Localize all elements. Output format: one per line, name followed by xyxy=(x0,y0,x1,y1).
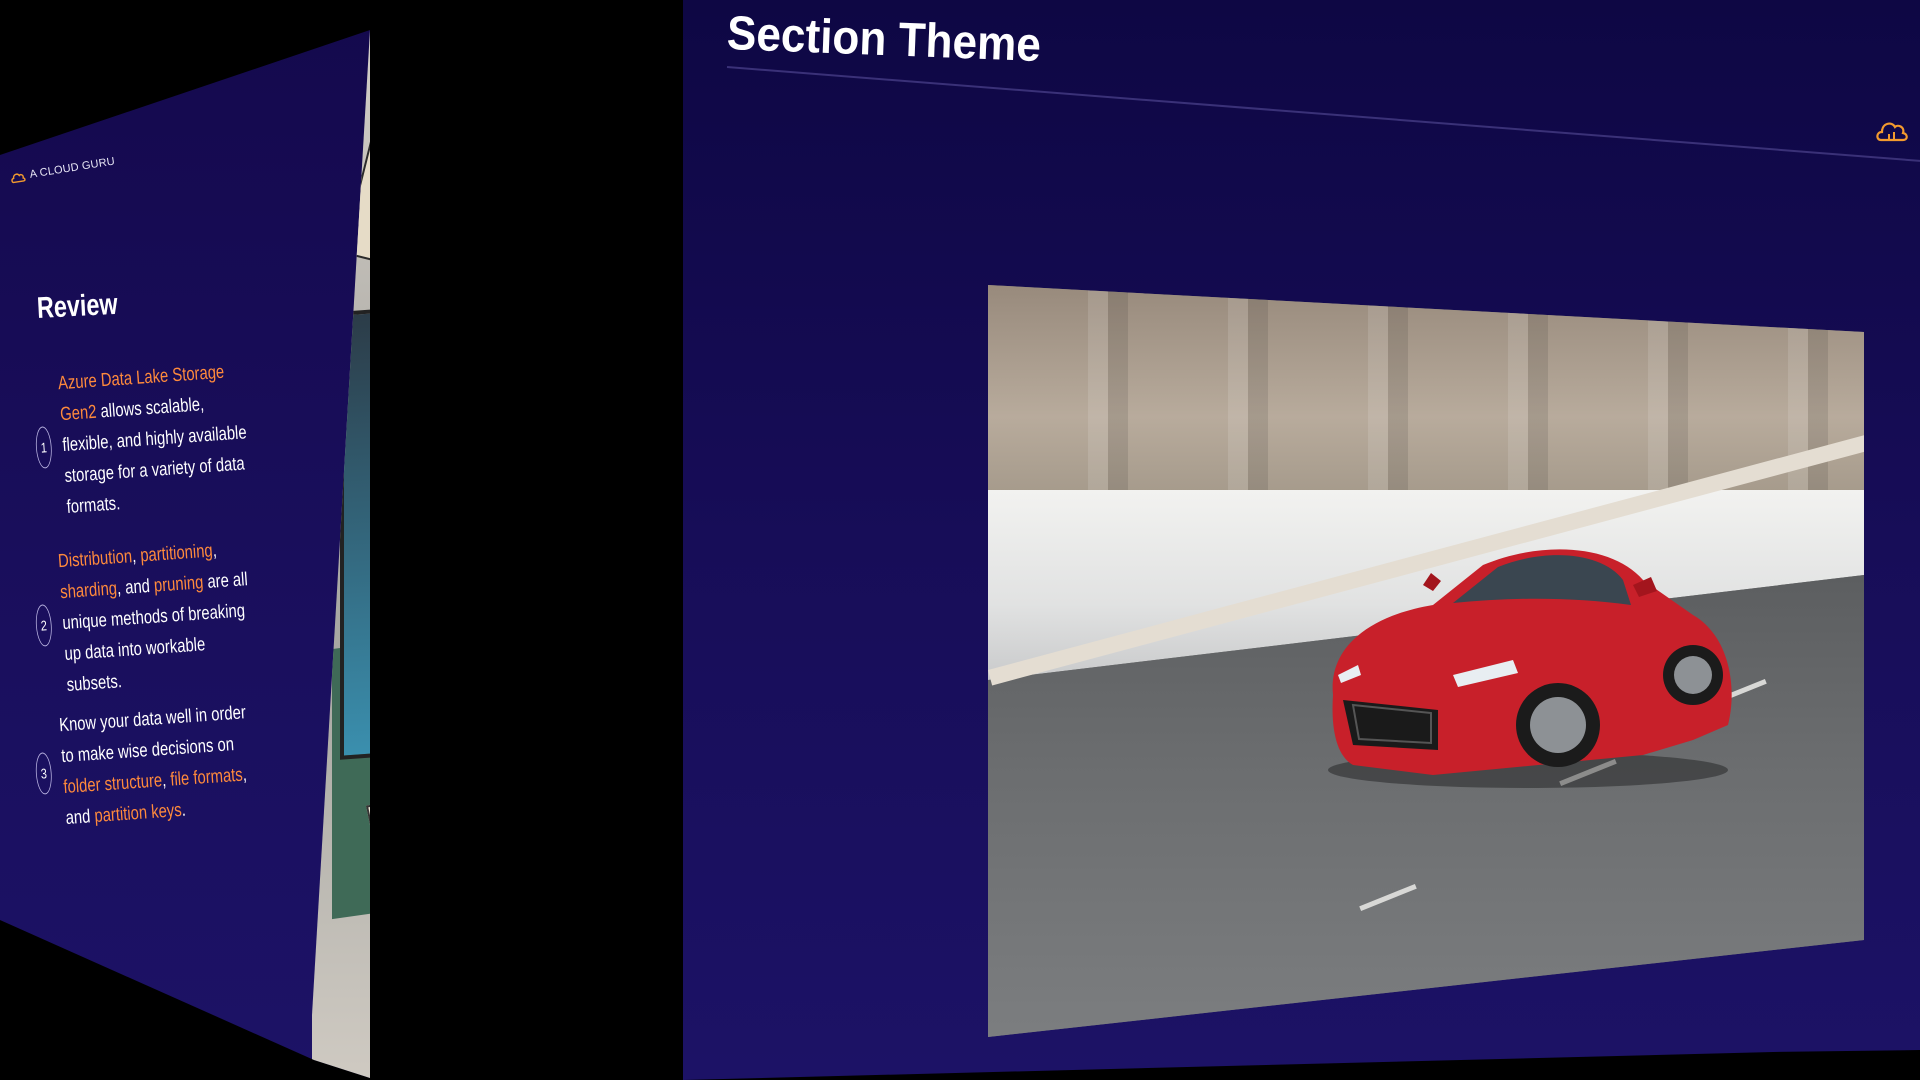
highlight-term: partitioning xyxy=(139,540,214,567)
review-item-3: 3 Know your data well in order to make w… xyxy=(32,697,262,836)
item-number-badge: 2 xyxy=(34,603,54,647)
laptop-screen-image xyxy=(340,308,370,760)
open-book-image xyxy=(342,30,370,287)
review-item-2: 2 Distribution, partitioning, sharding, … xyxy=(31,533,263,703)
video-frame: A CLOUD GURU Review 1 Azure Data Lake St… xyxy=(0,0,1920,1080)
cloud-logo-icon xyxy=(9,168,27,186)
review-item-text: Distribution, partitioning, sharding, an… xyxy=(57,533,262,701)
item-number-badge: 1 xyxy=(34,425,54,469)
study-desk-photo xyxy=(312,30,672,1078)
body-text: Know your data well in order to make wis… xyxy=(58,702,247,768)
sports-car-photo xyxy=(988,285,1864,1037)
highlight-term: folder structure xyxy=(62,770,163,799)
highlight-term: sharding xyxy=(59,578,118,604)
body-text: , and xyxy=(116,575,155,600)
body-text: . xyxy=(180,799,187,821)
review-item-text: Know your data well in order to make wis… xyxy=(58,697,261,834)
cloud-logo-icon xyxy=(1874,114,1910,146)
highlight-term: file formats xyxy=(169,764,244,791)
review-item-text: Azure Data Lake Storage Gen2 allows scal… xyxy=(57,355,262,523)
review-item-1: 1 Azure Data Lake Storage Gen2 allows sc… xyxy=(31,355,263,525)
keyboard-image xyxy=(412,378,472,682)
person-leg-image xyxy=(523,267,672,833)
highlight-term: partition keys xyxy=(93,799,183,827)
highlight-term: Distribution xyxy=(57,546,133,573)
sweater-image xyxy=(572,600,692,1000)
body-text: , xyxy=(211,540,218,562)
red-sports-car-image xyxy=(1328,549,1732,788)
item-number-badge: 3 xyxy=(34,751,54,795)
highlight-term: pruning xyxy=(153,572,205,597)
book-image xyxy=(365,779,370,1065)
laptop-image xyxy=(387,345,517,754)
review-heading: Review xyxy=(36,287,119,325)
notebook-image xyxy=(491,0,706,270)
